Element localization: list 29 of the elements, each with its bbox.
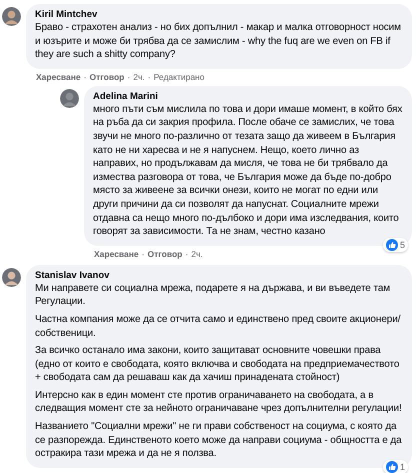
separator-dot: ·	[127, 72, 130, 82]
comment-text: Браво - страхотен анализ - но бих допълнил - макар и малка отговорност носим и юзърите и може би трябва да се замислим - why the fuq are we even on FB if they are such a shitty company?	[35, 21, 402, 62]
comment-text: Частна компания може да се отчита само и единствено пред своите акционери/собственици.	[35, 312, 402, 340]
comment-text: Интерсно как в един момент сте против ограничаването на свободата, а в следващия момент сте за нейното ограничаване чрез допълнителни регулации!	[35, 388, 403, 416]
author-link[interactable]: Kiril Mintchev	[35, 9, 403, 20]
comment-text: Ми направете си социална мрежа, подарете я на държава, и ви въведете там Регулации.	[35, 282, 392, 309]
thumbs-up-icon	[386, 238, 398, 251]
action-link[interactable]: Харесване	[36, 72, 81, 82]
avatar-icon[interactable]	[60, 88, 79, 108]
comment-meta: 2ч.	[133, 72, 145, 82]
comment-meta: 2ч.	[191, 248, 203, 259]
comment-text: Названието "Социални мрежи" не ги прави собственост на социума, с която да се разпорежда. Единственото което може да направи социума - общността е да остракира тази мрежа и да не я ползва.	[35, 420, 403, 461]
author-link[interactable]: Stanislav Ivanov	[35, 270, 403, 281]
thumbs-up-icon	[386, 460, 398, 473]
action-link[interactable]: Харесване	[94, 248, 139, 259]
comment-text: За всичко останало има закони, които защитават основните човешки права (едно от които е свободата, която включва и свободата на предприемачеството + свободата сам да решаваш как да хачиш принадената стойност)	[35, 344, 400, 385]
separator-dot: ·	[142, 248, 144, 259]
author-link[interactable]: Adelina Marini	[93, 90, 403, 102]
reaction-count[interactable]: 1	[382, 460, 408, 473]
comment-text: много пъти съм мислила по това и дори имаше момент, в който бях на ръба да си закрия профила. После обаче се замислих, че това звучи не много по-различно от тезата защо да живеем в България като не ни харесва и не я напуснем. Нещо, което лично аз направих, но продължавам да мисля, че това не би трябвало да измества разговора от това, че България може да бъде по-добро място за живеене за всички онези, които не могат по едни или други причини да си позволят да напуснат. Социалните мрежи отдавна са нещо много по-дълбоко и дори има изследвания, които говорят за зависимости. Та не знам, честно казано	[93, 102, 403, 239]
avatar-icon[interactable]	[2, 268, 21, 287]
action-link[interactable]: Отговор	[89, 72, 124, 82]
action-link[interactable]: Отговор	[147, 248, 182, 259]
reaction-count[interactable]: 5	[382, 238, 408, 252]
separator-dot: ·	[148, 72, 151, 82]
comment-meta: Редактирано	[154, 72, 204, 82]
separator-dot: ·	[84, 72, 86, 82]
separator-dot: ·	[185, 248, 188, 259]
avatar-icon[interactable]	[2, 7, 21, 26]
